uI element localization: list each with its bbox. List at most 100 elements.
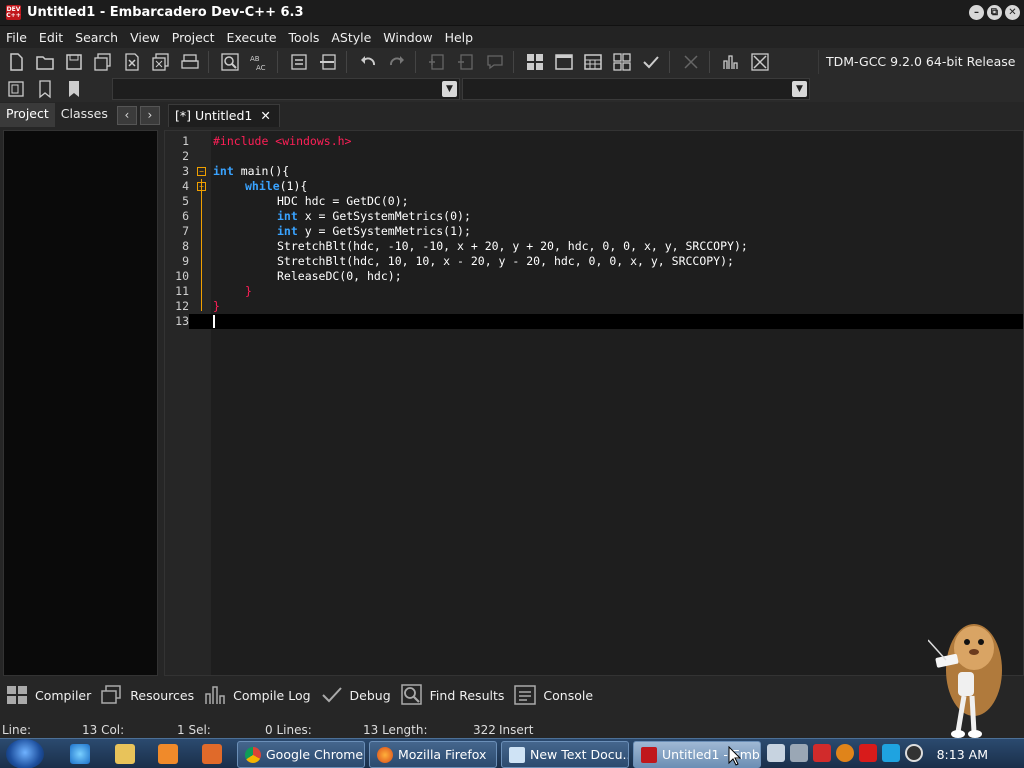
- notepad-icon: [509, 747, 525, 763]
- indent-icon[interactable]: [286, 50, 312, 74]
- compile-run-icon[interactable]: [580, 50, 606, 74]
- windows-start-icon[interactable]: [6, 739, 44, 768]
- tab-find-results-label: Find Results: [429, 687, 505, 703]
- taskbar-firefox[interactable]: Mozilla Firefox: [369, 741, 497, 768]
- toggle-bookmark-icon[interactable]: [32, 77, 58, 101]
- member-combo[interactable]: ▼: [462, 78, 810, 100]
- line-number: 1: [182, 134, 189, 148]
- toolbar-separator: [415, 51, 416, 73]
- fold-collapse-icon[interactable]: −: [197, 167, 206, 176]
- tray-volume-icon[interactable]: [905, 744, 923, 762]
- menu-view[interactable]: View: [124, 30, 166, 45]
- maximize-button[interactable]: ⧉: [987, 5, 1002, 20]
- chevron-down-icon[interactable]: ▼: [792, 81, 807, 97]
- close-file-icon[interactable]: [119, 50, 145, 74]
- print-icon[interactable]: [177, 50, 203, 74]
- tab-compile-log-label: Compile Log: [233, 687, 311, 703]
- media-player-icon[interactable]: [158, 744, 178, 764]
- resources-icon: [101, 685, 122, 704]
- menu-tools[interactable]: Tools: [283, 30, 326, 45]
- tab-classes[interactable]: Classes: [55, 103, 114, 127]
- menu-edit[interactable]: Edit: [33, 30, 69, 45]
- tab-console[interactable]: Console: [513, 684, 593, 706]
- class-combo[interactable]: ▼: [112, 78, 460, 100]
- tab-compiler-label: Compiler: [35, 687, 92, 703]
- menu-execute[interactable]: Execute: [221, 30, 283, 45]
- status-col-value: 1 Sel:: [177, 723, 211, 737]
- menu-project[interactable]: Project: [166, 30, 221, 45]
- tray-display-icon[interactable]: [882, 744, 900, 762]
- close-button[interactable]: ✕: [1005, 5, 1020, 20]
- chevron-right-icon[interactable]: ›: [139, 105, 160, 125]
- windows-taskbar: Google Chrome Mozilla Firefox New Text D…: [0, 738, 1024, 768]
- include-directive: #include <windows.h>: [213, 134, 352, 148]
- code-editor[interactable]: 1 #include <windows.h> 2 3− int main(){ 4−…: [164, 130, 1024, 676]
- save-all-icon[interactable]: [90, 50, 116, 74]
- editor-tab-label: [*] Untitled1: [175, 108, 253, 123]
- replace-icon[interactable]: AB AC: [246, 50, 272, 74]
- open-folder-icon[interactable]: [32, 50, 58, 74]
- delete-profile-icon[interactable]: [747, 50, 773, 74]
- run-icon[interactable]: [551, 50, 577, 74]
- minimize-button[interactable]: –: [969, 5, 984, 20]
- new-file-icon[interactable]: [3, 50, 29, 74]
- code-text: y = GetSystemMetrics(1);: [297, 224, 471, 238]
- chevron-left-icon[interactable]: ‹: [116, 105, 137, 125]
- close-icon[interactable]: ✕: [260, 108, 270, 127]
- paint-icon[interactable]: [202, 744, 222, 764]
- menu-help[interactable]: Help: [439, 30, 480, 45]
- compile-icon[interactable]: [522, 50, 548, 74]
- tab-compiler[interactable]: Compiler: [5, 684, 91, 706]
- taskbar-clock[interactable]: 8:13 AM: [937, 747, 988, 762]
- menu-astyle[interactable]: AStyle: [325, 30, 377, 45]
- unindent-icon[interactable]: [315, 50, 341, 74]
- line-number: 4: [182, 179, 189, 193]
- code-line: 10 ReleaseDC(0, hdc);: [165, 269, 1023, 284]
- project-options-icon[interactable]: [482, 50, 508, 74]
- tab-project[interactable]: Project: [0, 103, 55, 127]
- file-explorer-icon[interactable]: [115, 744, 135, 764]
- remove-project-icon[interactable]: [453, 50, 479, 74]
- menu-file[interactable]: File: [0, 30, 33, 45]
- close-all-icon[interactable]: [148, 50, 174, 74]
- fold-collapse-icon[interactable]: −: [197, 182, 206, 191]
- tab-debug[interactable]: Debug: [320, 684, 391, 706]
- editor-tab-untitled1[interactable]: [*] Untitled1 ✕: [168, 104, 280, 127]
- stop-execution-icon[interactable]: [678, 50, 704, 74]
- status-insert-mode: Insert: [499, 723, 534, 737]
- tab-find-results[interactable]: Find Results: [400, 684, 505, 706]
- tray-antivirus-icon[interactable]: [813, 744, 831, 762]
- taskbar-chrome[interactable]: Google Chrome: [237, 741, 365, 768]
- goto-bookmark-icon[interactable]: [61, 77, 87, 101]
- tray-flag-icon[interactable]: [859, 744, 877, 762]
- tab-compile-log[interactable]: Compile Log: [203, 684, 311, 706]
- menu-search[interactable]: Search: [69, 30, 124, 45]
- line-number: 9: [182, 254, 189, 268]
- new-project-icon[interactable]: [424, 50, 450, 74]
- project-tree[interactable]: [3, 130, 158, 676]
- toolbar-separator: [513, 51, 514, 73]
- find-icon[interactable]: [217, 50, 243, 74]
- chrome-icon: [245, 747, 261, 763]
- internet-explorer-icon[interactable]: [70, 744, 90, 764]
- redo-icon[interactable]: [384, 50, 410, 74]
- rebuild-icon[interactable]: [609, 50, 635, 74]
- undo-icon[interactable]: [355, 50, 381, 74]
- chevron-down-icon[interactable]: ▼: [442, 81, 457, 97]
- tray-search-icon[interactable]: [836, 744, 854, 762]
- menu-window[interactable]: Window: [377, 30, 438, 45]
- taskbar-chrome-label: Google Chrome: [266, 747, 364, 762]
- profile-icon[interactable]: [718, 50, 744, 74]
- tray-app-icon[interactable]: [790, 744, 808, 762]
- line-number: 2: [182, 149, 189, 163]
- tab-console-label: Console: [543, 687, 594, 703]
- syntax-check-icon[interactable]: [638, 50, 664, 74]
- insert-code-icon[interactable]: [3, 77, 29, 101]
- taskbar-notepad[interactable]: New Text Docu...: [501, 741, 629, 768]
- taskbar-firefox-label: Mozilla Firefox: [398, 747, 487, 762]
- tray-network-icon[interactable]: [767, 744, 785, 762]
- keyword: int: [277, 224, 298, 238]
- save-icon[interactable]: [61, 50, 87, 74]
- tab-resources[interactable]: Resources: [100, 684, 194, 706]
- compiler-select[interactable]: TDM-GCC 9.2.0 64-bit Release: [818, 50, 1024, 74]
